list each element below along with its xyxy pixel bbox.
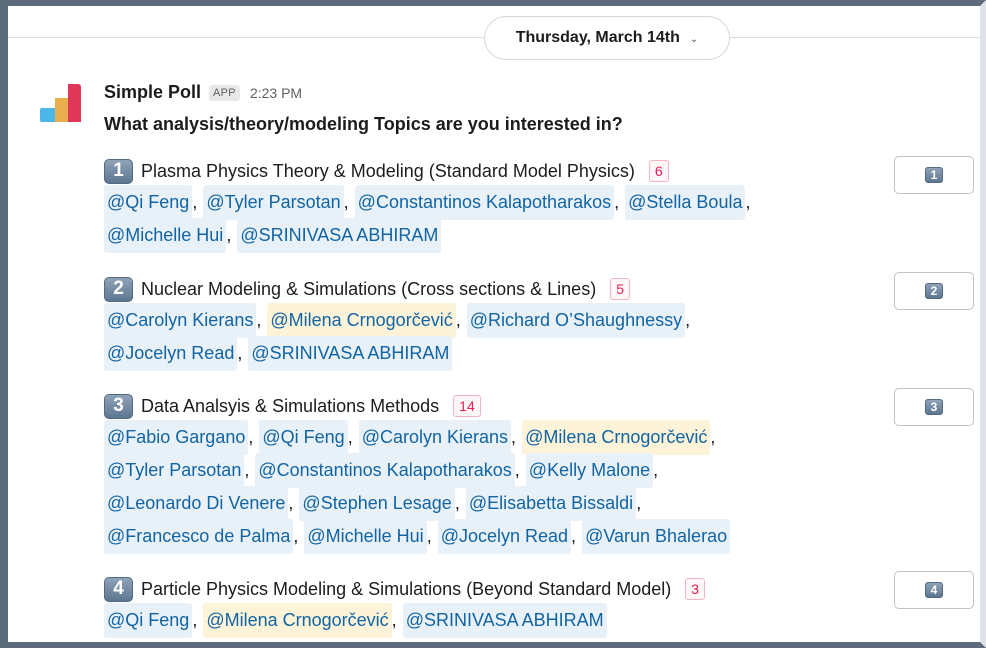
user-mention-link[interactable]: @Tyler Parsotan (203, 185, 344, 220)
poll-option-3: 3 Data Analsyis & Simulations Methods 14… (104, 391, 864, 554)
keycap-one-icon: 1 (104, 158, 133, 184)
user-mention-link[interactable]: @Jocelyn Read (104, 336, 238, 371)
user-mention-link[interactable]: @Milena Crnogorčević (203, 603, 392, 638)
comma-separator: , (237, 343, 243, 363)
user-mention-link[interactable]: @Qi Feng (104, 603, 193, 638)
simple-poll-logo-icon[interactable] (40, 80, 81, 126)
user-mention-link[interactable]: @Fabio Gargano (104, 420, 249, 455)
user-mention-link[interactable]: @Qi Feng (104, 185, 193, 220)
app-name-link[interactable]: Simple Poll (104, 82, 201, 103)
poll-option-2: 2 Nuclear Modeling & Simulations (Cross … (104, 274, 864, 371)
voter-line: @Qi Feng, @Milena Crnogorčević, @SRINIVASA… (104, 603, 864, 638)
keycap-three-icon: 3 (104, 393, 133, 419)
option-title: Plasma Physics Theory & Modeling (Standa… (141, 160, 635, 181)
keycap-four-icon: 4 (925, 582, 943, 598)
voter-list: @Carolyn Kierans, @Milena Crnogorčević, @R… (104, 303, 864, 371)
user-mention-link[interactable]: @SRINIVASA ABHIRAM (402, 603, 607, 638)
user-mention-link[interactable]: @Stella Boula (625, 185, 746, 220)
vote-count-badge: 6 (648, 160, 669, 182)
user-mention-link[interactable]: @Milena Crnogorčević (267, 303, 456, 338)
user-mention-link[interactable]: @Leonardo Di Venere (104, 486, 289, 521)
voter-line: @Tyler Parsotan, @Constantinos Kalapothar… (104, 453, 864, 488)
comma-separator: , (653, 460, 659, 480)
keycap-two-icon: 2 (104, 276, 133, 302)
comma-separator: , (710, 427, 716, 447)
keycap-one-icon: 1 (925, 167, 943, 183)
vote-button-1[interactable]: 1 (894, 156, 974, 194)
user-mention-link[interactable]: @Carolyn Kierans (104, 303, 257, 338)
comma-separator: , (514, 460, 520, 480)
user-mention-link[interactable]: @Qi Feng (259, 420, 348, 455)
voter-line: @Fabio Gargano, @Qi Feng, @Carolyn Kierans… (104, 420, 864, 455)
comma-separator: , (192, 192, 198, 212)
date-label: Thursday, March 14th (515, 29, 680, 46)
app-badge: APP (209, 84, 240, 101)
comma-separator: , (745, 192, 751, 212)
chevron-down-icon: ⌄ (689, 33, 699, 45)
comma-separator: , (511, 427, 517, 447)
user-mention-link[interactable]: @Richard O’Shaughnessy (466, 303, 686, 338)
user-mention-link[interactable]: @Constantinos Kalapotharakos (354, 185, 615, 220)
comma-separator: , (455, 310, 461, 330)
keycap-four-icon: 4 (104, 576, 133, 602)
comma-separator: , (248, 427, 254, 447)
comma-separator: , (636, 493, 642, 513)
comma-separator: , (226, 225, 232, 245)
voter-line: @Michelle Hui, @SRINIVASA ABHIRAM (104, 218, 864, 253)
user-mention-link[interactable]: @Kelly Malone (525, 453, 654, 488)
vote-button-2[interactable]: 2 (894, 272, 974, 310)
user-mention-link[interactable]: @Michelle Hui (304, 519, 427, 554)
comma-separator: , (454, 493, 460, 513)
user-mention-link[interactable]: @Michelle Hui (104, 218, 227, 253)
voter-line: @Qi Feng, @Tyler Parsotan, @Constantinos K… (104, 185, 864, 220)
message-header: Simple Poll APP 2:23 PM (104, 82, 302, 103)
voter-list: @Qi Feng, @Tyler Parsotan, @Constantinos K… (104, 185, 864, 253)
vote-count-badge: 5 (610, 278, 630, 300)
user-mention-link[interactable]: @Jocelyn Read (437, 519, 572, 554)
comma-separator: , (293, 526, 299, 546)
comma-separator: , (256, 310, 262, 330)
vote-button-3[interactable]: 3 (894, 388, 974, 426)
poll-option-1: 1 Plasma Physics Theory & Modeling (Stan… (104, 156, 864, 253)
comma-separator: , (192, 610, 198, 630)
date-divider-button[interactable]: Thursday, March 14th ⌄ (484, 16, 730, 60)
user-mention-link[interactable]: @Varun Bhalerao (582, 519, 731, 554)
comma-separator: , (244, 460, 250, 480)
comma-separator: , (343, 192, 349, 212)
user-mention-link[interactable]: @Constantinos Kalapotharakos (255, 453, 515, 488)
user-mention-link[interactable]: @Elisabetta Bissaldi (465, 486, 637, 521)
keycap-two-icon: 2 (925, 283, 943, 299)
option-title: Particle Physics Modeling & Simulations … (141, 578, 672, 599)
comma-separator: , (571, 526, 577, 546)
vote-count-badge: 3 (685, 578, 706, 600)
comma-separator: , (614, 192, 620, 212)
comma-separator: , (288, 493, 294, 513)
user-mention-link[interactable]: @Milena Crnogorčević (522, 420, 711, 455)
comma-separator: , (426, 526, 432, 546)
voter-line: @Leonardo Di Venere, @Stephen Lesage, @Eli… (104, 486, 864, 521)
voter-line: @Jocelyn Read, @SRINIVASA ABHIRAM (104, 336, 864, 371)
voter-line: @Carolyn Kierans, @Milena Crnogorčević, @R… (104, 303, 864, 338)
vote-button-4[interactable]: 4 (894, 571, 974, 609)
message-timestamp[interactable]: 2:23 PM (250, 85, 302, 101)
user-mention-link[interactable]: @SRINIVASA ABHIRAM (248, 336, 453, 371)
poll-question: What analysis/theory/modeling Topics are… (104, 114, 623, 134)
comma-separator: , (685, 310, 691, 330)
user-mention-link[interactable]: @Francesco de Palma (104, 519, 294, 554)
user-mention-link[interactable]: @Tyler Parsotan (104, 453, 245, 488)
poll-option-4: 4 Particle Physics Modeling & Simulation… (104, 574, 864, 638)
user-mention-link[interactable]: @Stephen Lesage (299, 486, 455, 521)
voter-list: @Qi Feng, @Milena Crnogorčević, @SRINIVASA… (104, 603, 864, 638)
voter-list: @Fabio Gargano, @Qi Feng, @Carolyn Kierans… (104, 420, 864, 554)
option-title: Data Analsyis & Simulations Methods (141, 395, 440, 416)
voter-line: @Francesco de Palma, @Michelle Hui, @Jocel… (104, 519, 864, 554)
user-mention-link[interactable]: @SRINIVASA ABHIRAM (237, 218, 442, 253)
vote-count-badge: 14 (453, 395, 481, 417)
option-title: Nuclear Modeling & Simulations (Cross se… (141, 278, 597, 299)
comma-separator: , (391, 610, 397, 630)
keycap-three-icon: 3 (925, 399, 943, 415)
comma-separator: , (347, 427, 353, 447)
user-mention-link[interactable]: @Carolyn Kierans (358, 420, 512, 455)
